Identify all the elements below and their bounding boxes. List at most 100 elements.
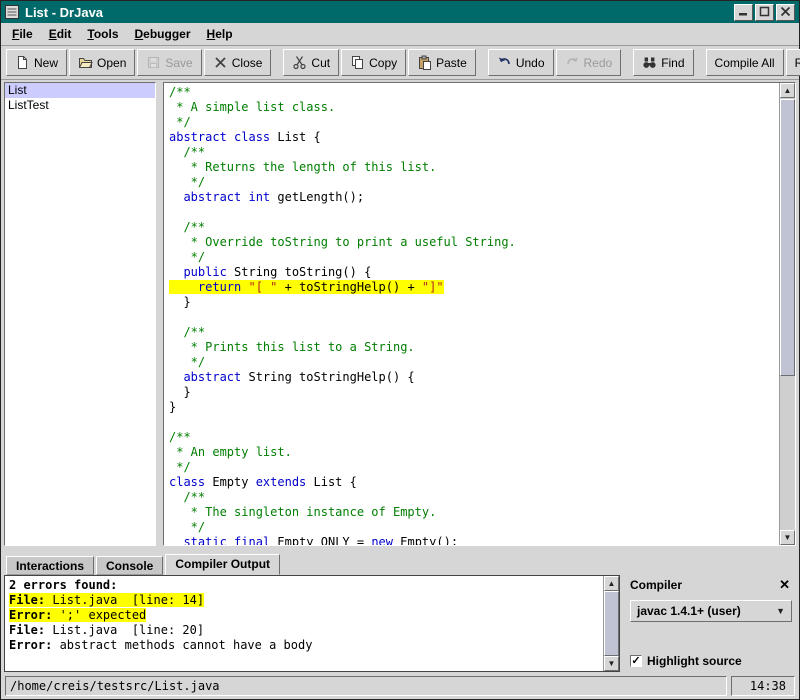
tab-interactions[interactable]: Interactions bbox=[6, 556, 95, 575]
find-binoculars-icon bbox=[642, 55, 657, 70]
code-line: /** bbox=[169, 490, 206, 504]
code-line: abstract int getLength(); bbox=[183, 190, 365, 204]
output-scroll-thumb[interactable] bbox=[604, 591, 619, 656]
code-line: */ bbox=[169, 115, 191, 129]
compiler-select-value: javac 1.4.1+ (user) bbox=[637, 604, 741, 618]
toolbar-button-label: Find bbox=[661, 55, 685, 70]
code-editor[interactable]: /** * A simple list class. */abstract cl… bbox=[164, 83, 779, 545]
code-line: } bbox=[169, 295, 191, 309]
close-file-icon bbox=[213, 55, 228, 70]
compiler-side-panel: Compiler ✕ javac 1.4.1+ (user) ▼ ✓ Highl… bbox=[620, 575, 796, 672]
code-line: * Override toString to print a useful St… bbox=[169, 235, 516, 249]
code-line: /** bbox=[169, 430, 191, 444]
main-split-pane: List ListTest /** * A simple list class. … bbox=[1, 80, 799, 548]
scroll-up-icon[interactable]: ▲ bbox=[604, 576, 619, 591]
window-title: List - DrJava bbox=[25, 4, 104, 20]
close-panel-icon[interactable]: ✕ bbox=[777, 577, 792, 593]
bottom-pane: Interactions Console Compiler Output 2 err… bbox=[1, 554, 799, 672]
scroll-down-icon[interactable]: ▼ bbox=[780, 530, 795, 545]
redo-button[interactable]: Redo bbox=[555, 49, 622, 76]
error-highlighted-line: return "[ " + toStringHelp() + "]" bbox=[169, 280, 444, 294]
close-window-button[interactable] bbox=[776, 3, 795, 21]
file-list-item-listtest[interactable]: ListTest bbox=[5, 98, 155, 113]
clock: 14:38 bbox=[731, 675, 795, 696]
compiler-output-pane: 2 errors found: File: List.java [line: 14… bbox=[4, 575, 620, 672]
current-file-path: /home/creis/testsrc/List.java bbox=[5, 675, 727, 696]
code-line: } bbox=[169, 385, 191, 399]
open-folder-icon bbox=[78, 55, 93, 70]
close-button[interactable]: Close bbox=[203, 49, 272, 76]
code-line: } bbox=[169, 400, 177, 414]
tab-compiler-output[interactable]: Compiler Output bbox=[165, 554, 281, 575]
compiler-output-text[interactable]: 2 errors found: File: List.java [line: 14… bbox=[5, 576, 603, 671]
save-button[interactable]: Save bbox=[137, 49, 202, 76]
new-button[interactable]: New bbox=[6, 49, 68, 76]
menubar: File Edit Tools Debugger Help bbox=[1, 23, 799, 46]
cut-scissors-icon bbox=[292, 55, 307, 70]
editor-scroll-thumb[interactable] bbox=[780, 99, 795, 377]
toolbar-button-label: Reset bbox=[794, 55, 800, 70]
compiler-panel-title: Compiler bbox=[630, 578, 683, 592]
code-line: * Returns the length of this list. bbox=[169, 160, 437, 174]
file-list-item-list[interactable]: List bbox=[5, 83, 155, 98]
toolbar-button-label: Cut bbox=[311, 55, 331, 70]
code-line: static final Empty ONLY = new Empty(); bbox=[183, 535, 459, 545]
output-line: File: List.java [line: 20] bbox=[9, 623, 205, 637]
output-line: File: List.java [line: 14] bbox=[9, 593, 205, 607]
highlight-source-checkbox[interactable]: ✓ Highlight source bbox=[630, 654, 792, 668]
code-line: abstract class List { bbox=[169, 130, 321, 144]
window-menu-icon[interactable] bbox=[5, 5, 19, 19]
scroll-down-icon[interactable]: ▼ bbox=[604, 656, 619, 671]
toolbar-button-label: Redo bbox=[583, 55, 613, 70]
checkbox-label: Highlight source bbox=[647, 654, 742, 668]
maximize-button[interactable] bbox=[755, 3, 774, 21]
save-disk-icon bbox=[146, 55, 161, 70]
code-line: */ bbox=[169, 355, 206, 369]
open-button[interactable]: Open bbox=[69, 49, 136, 76]
redo-arrow-icon bbox=[565, 55, 580, 70]
editor-scrollbar[interactable]: ▲ ▼ bbox=[779, 83, 795, 545]
open-files-list[interactable]: List ListTest bbox=[4, 82, 156, 546]
paste-button[interactable]: Paste bbox=[408, 49, 476, 76]
code-line: /** bbox=[169, 325, 206, 339]
code-line: */ bbox=[169, 520, 206, 534]
output-scrollbar[interactable]: ▲ ▼ bbox=[603, 576, 619, 671]
menu-file[interactable]: File bbox=[4, 24, 41, 44]
minimize-button[interactable] bbox=[734, 3, 753, 21]
code-line: public String toString() { bbox=[183, 265, 372, 279]
compile-all-button[interactable]: Compile All bbox=[705, 49, 784, 76]
undo-button[interactable]: Undo bbox=[487, 49, 554, 76]
copy-button[interactable]: Copy bbox=[341, 49, 407, 76]
code-line: class Empty extends List { bbox=[169, 475, 357, 489]
menu-edit[interactable]: Edit bbox=[41, 24, 80, 44]
cut-button[interactable]: Cut bbox=[283, 49, 340, 76]
toolbar-button-label: Undo bbox=[515, 55, 545, 70]
toolbar: New Open Save Close Cut Copy Paste Undo Redo Find… bbox=[1, 46, 800, 80]
menu-help[interactable]: Help bbox=[199, 24, 241, 44]
find-button[interactable]: Find bbox=[633, 49, 694, 76]
paste-clipboard-icon bbox=[417, 55, 432, 70]
menu-tools[interactable]: Tools bbox=[79, 24, 126, 44]
close-icon bbox=[780, 5, 791, 20]
output-line: Error: ';' expected bbox=[9, 608, 147, 622]
vertical-splitter[interactable] bbox=[156, 82, 163, 546]
drjava-window: List - DrJava File Edit Tools Debugger Help … bbox=[0, 0, 800, 700]
maximize-icon bbox=[759, 5, 770, 20]
titlebar[interactable]: List - DrJava bbox=[1, 1, 799, 23]
scroll-up-icon[interactable]: ▲ bbox=[780, 83, 795, 98]
bottom-tab-bar: Interactions Console Compiler Output bbox=[4, 554, 796, 575]
tab-console[interactable]: Console bbox=[96, 556, 164, 575]
output-line: Error: abstract methods cannot have a bo… bbox=[9, 638, 313, 652]
reset-button[interactable]: Reset bbox=[785, 49, 800, 76]
copy-icon bbox=[350, 55, 365, 70]
code-line: */ bbox=[169, 175, 206, 189]
code-line: abstract String toStringHelp() { bbox=[183, 370, 415, 384]
compiler-select[interactable]: javac 1.4.1+ (user) ▼ bbox=[630, 600, 792, 622]
statusbar: /home/creis/testsrc/List.java 14:38 bbox=[1, 672, 799, 699]
toolbar-button-label: Compile All bbox=[714, 55, 775, 70]
checkbox-checked-icon: ✓ bbox=[630, 655, 642, 667]
menu-debugger[interactable]: Debugger bbox=[127, 24, 199, 44]
